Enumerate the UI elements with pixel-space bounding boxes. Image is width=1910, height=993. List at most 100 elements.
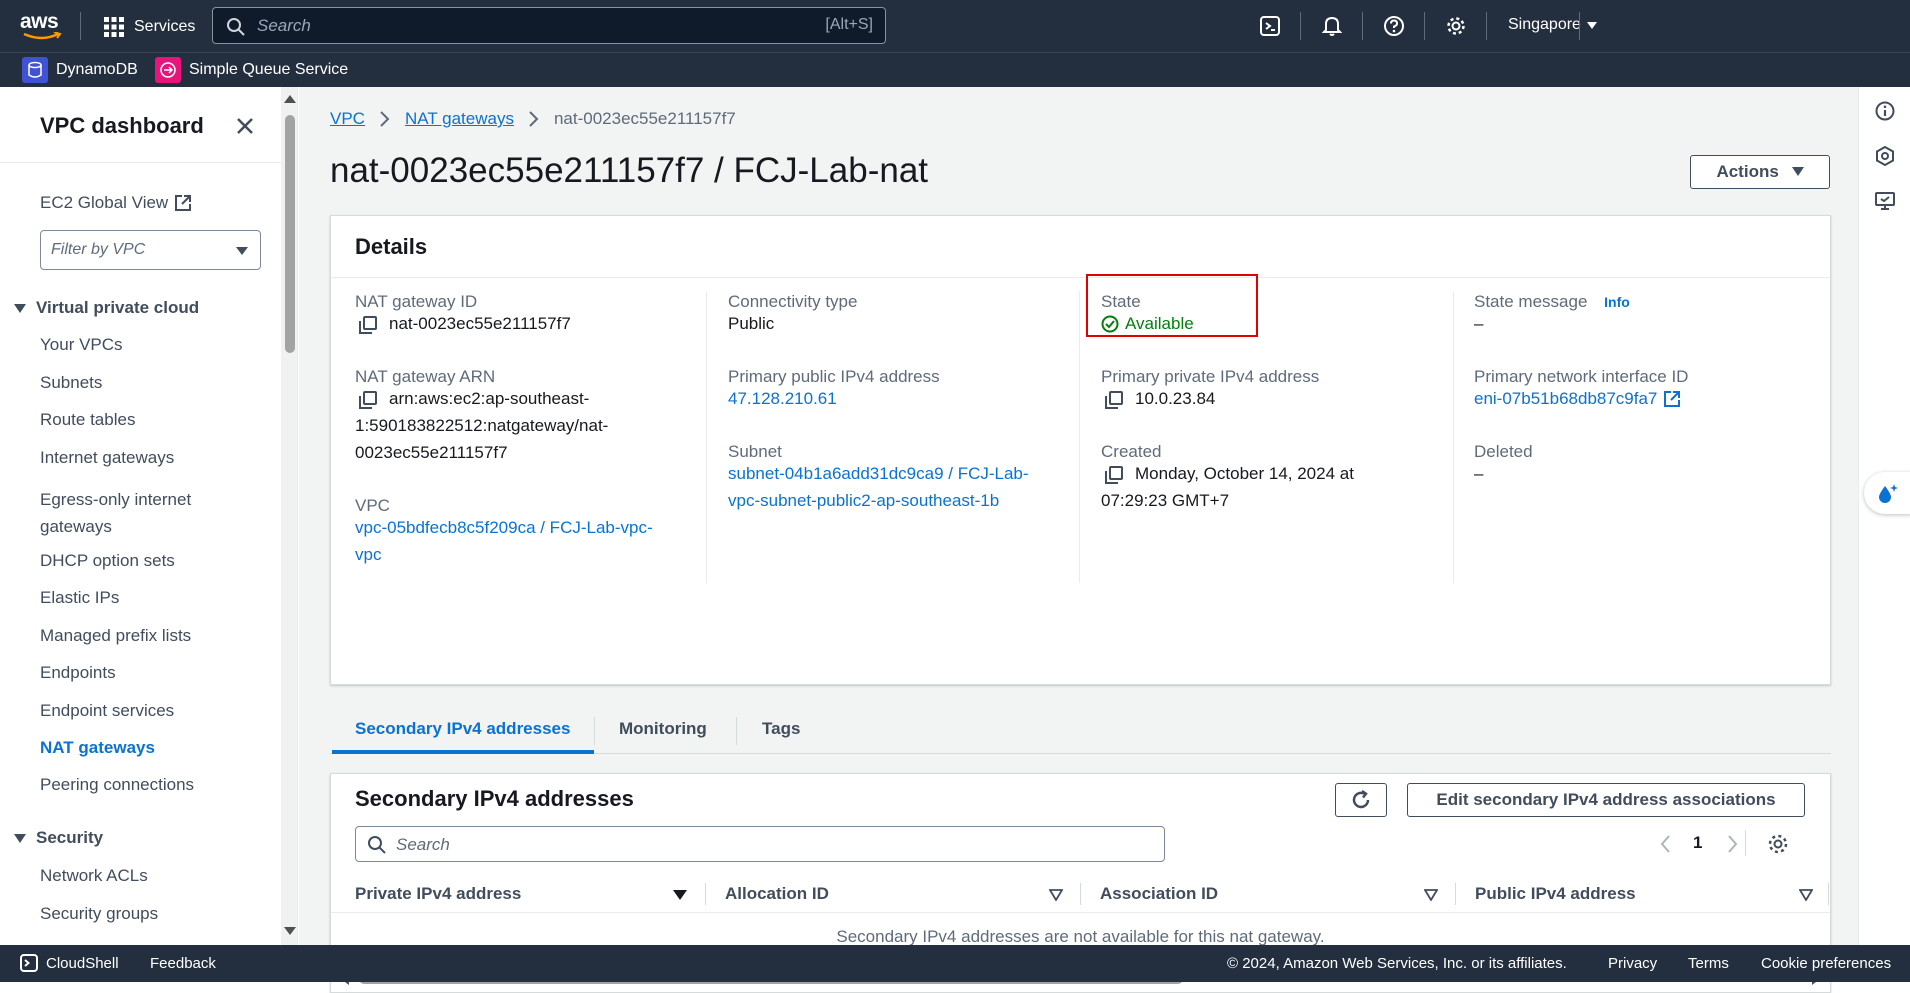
table-search-input[interactable]: Search — [355, 826, 1165, 862]
sidebar-item-dhcp-option-sets[interactable]: DHCP option sets — [40, 551, 175, 571]
eni-label: Primary network interface ID — [1474, 367, 1689, 386]
services-menu[interactable]: Services — [104, 16, 195, 38]
divider — [80, 12, 81, 40]
aws-smile-icon — [23, 32, 62, 40]
info-link[interactable]: Info — [1604, 294, 1630, 310]
sidebar-item-internet-gateways[interactable]: Internet gateways — [40, 448, 174, 468]
sort-icon[interactable] — [1424, 889, 1438, 901]
column-allocation-id[interactable]: Allocation ID — [725, 875, 829, 913]
search-input[interactable]: Search [Alt+S] — [212, 7, 886, 44]
section-virtual-private-cloud[interactable]: Virtual private cloud — [14, 298, 199, 318]
details-heading: Details — [355, 234, 428, 259]
sidebar-item-endpoints[interactable]: Endpoints — [40, 663, 116, 683]
actions-button[interactable]: Actions — [1690, 155, 1830, 189]
vpc-filter-select[interactable]: Filter by VPC — [40, 230, 261, 270]
deleted-value: – — [1474, 464, 1484, 483]
scroll-up-icon[interactable] — [284, 95, 296, 103]
caret-down-icon — [1791, 167, 1804, 176]
tab-monitoring[interactable]: Monitoring — [619, 719, 707, 739]
copy-icon[interactable] — [359, 316, 377, 334]
sidebar-item-peering-connections[interactable]: Peering connections — [40, 775, 194, 795]
sidebar-item-endpoint-services[interactable]: Endpoint services — [40, 701, 174, 721]
tab-tags[interactable]: Tags — [762, 719, 800, 739]
favorite-sqs[interactable]: Simple Queue Service — [155, 57, 348, 83]
copy-icon[interactable] — [1105, 391, 1123, 409]
sidebar-item-security-groups[interactable]: Security groups — [40, 904, 158, 924]
breadcrumb-vpc[interactable]: VPC — [330, 109, 365, 129]
sidebar-item-subnets[interactable]: Subnets — [40, 373, 102, 393]
gear-icon[interactable] — [1446, 16, 1466, 36]
tab-secondary-ipv4[interactable]: Secondary IPv4 addresses — [355, 719, 570, 739]
terms-link[interactable]: Terms — [1688, 955, 1729, 972]
security-hub-icon[interactable] — [1875, 146, 1895, 166]
region-selector[interactable]: Singapore — [1508, 16, 1597, 34]
sidebar-item-managed-prefix-lists[interactable]: Managed prefix lists — [40, 626, 191, 646]
top-navigation: aws Services Search [Alt+S] Singapore — [0, 0, 1910, 52]
breadcrumb-nat-gateways[interactable]: NAT gateways — [405, 109, 514, 129]
tutorial-panel-icon[interactable] — [1875, 191, 1895, 211]
page-number[interactable]: 1 — [1693, 833, 1702, 853]
tabs: Secondary IPv4 addresses Monitoring Tags — [330, 709, 1831, 754]
divider — [706, 291, 707, 583]
scroll-down-icon[interactable] — [284, 927, 296, 935]
sidebar-item-network-acls[interactable]: Network ACLs — [40, 866, 148, 886]
aws-logo[interactable]: aws — [20, 10, 66, 42]
sort-down-icon[interactable] — [673, 890, 687, 900]
refresh-button[interactable] — [1335, 783, 1387, 817]
column-public-ipv4[interactable]: Public IPv4 address — [1475, 875, 1636, 913]
right-tools-rail — [1858, 87, 1910, 945]
preferences-gear-icon[interactable] — [1767, 833, 1789, 855]
divider — [1300, 12, 1301, 40]
sidebar-scrollbar-thumb[interactable] — [285, 115, 295, 353]
sidebar-item-egress-only-gateways[interactable]: Egress-only internet gateways — [40, 486, 240, 540]
cloudshell-icon[interactable] — [1260, 16, 1280, 36]
edit-secondary-button[interactable]: Edit secondary IPv4 address associations — [1407, 783, 1805, 817]
column-association-id[interactable]: Association ID — [1100, 875, 1218, 913]
eni-link[interactable]: eni-07b51b68db87c9fa7 — [1474, 385, 1681, 412]
close-icon[interactable] — [236, 117, 254, 135]
caret-down-icon — [14, 833, 26, 843]
bell-icon[interactable] — [1322, 15, 1342, 37]
sidebar-title[interactable]: VPC dashboard — [40, 113, 204, 139]
assistant-floating-button[interactable] — [1864, 472, 1910, 514]
sort-icon[interactable] — [1049, 889, 1063, 901]
help-icon[interactable] — [1384, 16, 1404, 36]
sparkle-drop-icon — [1879, 484, 1898, 503]
next-page-icon[interactable] — [1727, 834, 1739, 854]
divider — [705, 883, 706, 905]
section-security[interactable]: Security — [14, 828, 103, 848]
main-content: VPC NAT gateways nat-0023ec55e211157f7 n… — [299, 87, 1858, 993]
search-icon — [368, 836, 386, 854]
previous-page-icon[interactable] — [1659, 834, 1671, 854]
created-label: Created — [1101, 442, 1162, 461]
sidebar-item-nat-gateways[interactable]: NAT gateways — [40, 738, 155, 758]
dynamodb-icon — [22, 57, 48, 83]
cloudshell-button[interactable]: CloudShell — [20, 954, 119, 972]
copy-icon[interactable] — [1105, 466, 1123, 484]
divider — [1579, 12, 1580, 40]
divider — [1745, 830, 1746, 856]
public-ip-link[interactable]: 47.128.210.61 — [728, 385, 837, 412]
grid-icon — [104, 17, 124, 37]
privacy-link[interactable]: Privacy — [1608, 955, 1657, 972]
divider — [1424, 12, 1425, 40]
sidebar-item-route-tables[interactable]: Route tables — [40, 410, 135, 430]
cookie-preferences-link[interactable]: Cookie preferences — [1761, 955, 1891, 972]
state-value: Available — [1101, 310, 1194, 337]
copyright-text: © 2024, Amazon Web Services, Inc. or its… — [1227, 955, 1567, 972]
subnet-link[interactable]: subnet-04b1a6add31dc9ca9 / FCJ-Lab-vpc-s… — [728, 460, 1029, 514]
column-private-ipv4[interactable]: Private IPv4 address — [355, 875, 521, 913]
cloudshell-icon — [20, 954, 38, 972]
copy-icon[interactable] — [359, 391, 377, 409]
external-link-icon — [1664, 390, 1681, 407]
divider — [331, 277, 1830, 278]
feedback-link[interactable]: Feedback — [150, 955, 216, 972]
info-icon[interactable] — [1875, 101, 1895, 121]
vpc-link[interactable]: vpc-05bdfecb8c5f209ca / FCJ-Lab-vpc-vpc — [355, 514, 653, 568]
sort-icon[interactable] — [1799, 889, 1813, 901]
sidebar-item-elastic-ips[interactable]: Elastic IPs — [40, 588, 119, 608]
ec2-global-view-link[interactable]: EC2 Global View — [40, 193, 192, 213]
favorite-dynamodb[interactable]: DynamoDB — [22, 57, 138, 83]
created-value: Monday, October 14, 2024 at 07:29:23 GMT+… — [1101, 464, 1354, 510]
sidebar-item-your-vpcs[interactable]: Your VPCs — [40, 335, 123, 355]
